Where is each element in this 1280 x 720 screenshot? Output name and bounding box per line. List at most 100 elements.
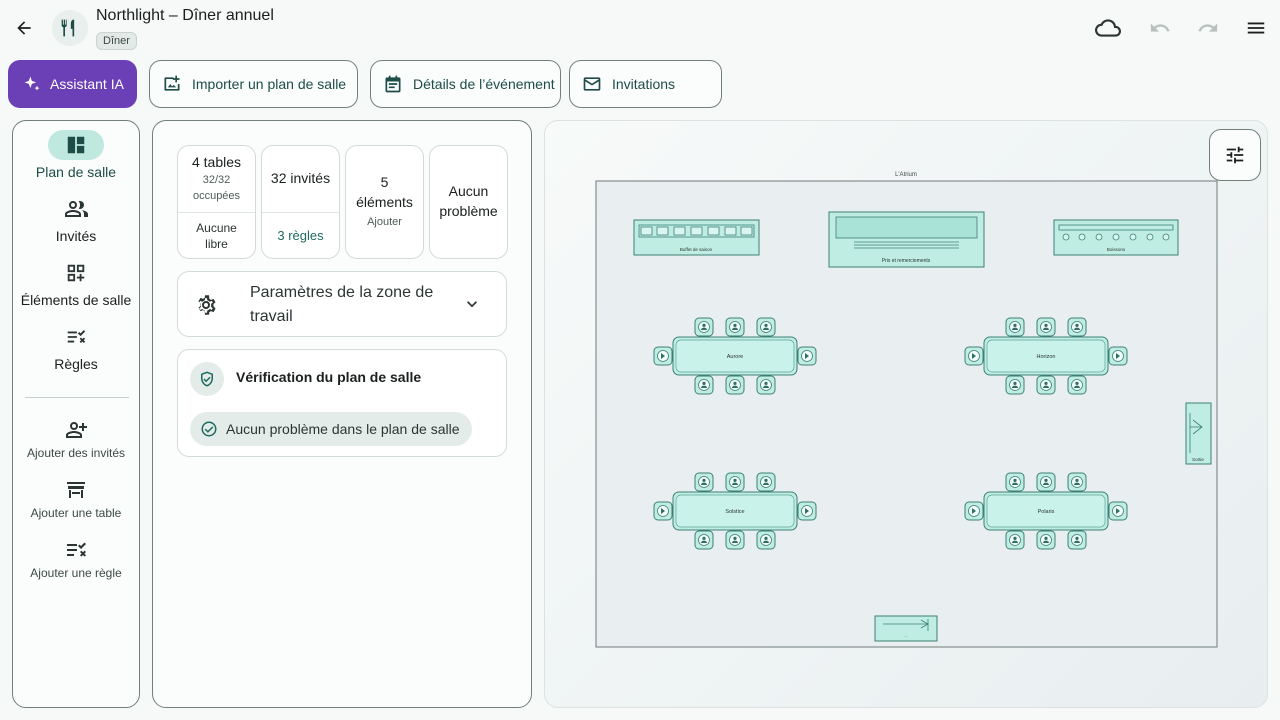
back-button[interactable] (8, 12, 40, 44)
nav-pill-guests (48, 194, 104, 224)
seat[interactable] (653, 346, 673, 366)
stat-card-elements[interactable]: 5 éléments Ajouter (345, 145, 424, 259)
invitations-button[interactable]: Invitations (569, 60, 722, 108)
table-name: Solstice (725, 509, 744, 515)
room-element-drinks[interactable]: Boissons (1053, 219, 1179, 256)
workspace-settings-accordion[interactable]: Paramètres de la zone de travail (177, 271, 507, 337)
add-table-button[interactable]: Ajouter une table (13, 478, 139, 520)
sync-button[interactable] (1092, 12, 1124, 44)
floor-plan-icon (67, 136, 85, 154)
floor-plan-canvas[interactable]: L'Atrium Buffet de saison Prix et remerc… (544, 120, 1268, 708)
event-type-avatar (52, 10, 88, 46)
top-bar: Northlight – Dîner annuel Dîner (0, 0, 1280, 56)
ai-assistant-button[interactable]: Assistant IA (8, 60, 137, 108)
seat[interactable] (1036, 472, 1056, 492)
cloud-icon (1095, 19, 1121, 37)
table-name: Polaris (1038, 509, 1055, 515)
nav-item-room-elements[interactable]: Éléments de salle (13, 258, 139, 308)
seat[interactable] (694, 317, 714, 337)
seat[interactable] (1005, 375, 1025, 395)
room-element-exit[interactable]: Sortie (1185, 402, 1212, 465)
side-navigation: Plan de salle Invités Éléments de salle … (12, 120, 140, 708)
add-rule-label: Ajouter une règle (30, 566, 122, 580)
seat[interactable] (797, 346, 817, 366)
stat-guests-rules-link[interactable]: 3 règles (262, 228, 339, 243)
seat[interactable] (1067, 375, 1087, 395)
event-type-badge: Dîner (96, 32, 137, 50)
nav-pill-floor-plan (48, 130, 104, 160)
floor-plan-verification-card: Vérification du plan de salle Aucun prob… (177, 349, 507, 457)
redo-button[interactable] (1192, 12, 1224, 44)
seat[interactable] (797, 501, 817, 521)
seat[interactable] (725, 375, 745, 395)
seat[interactable] (756, 472, 776, 492)
seat[interactable] (694, 375, 714, 395)
room-element-stage[interactable]: Prix et remerciements (828, 211, 985, 268)
seat[interactable] (756, 317, 776, 337)
stat-tables-occupied-label: occupées (192, 190, 241, 202)
seat[interactable] (653, 501, 673, 521)
seat[interactable] (964, 501, 984, 521)
verification-status-text: Aucun problème dans le plan de salle (226, 421, 460, 437)
undo-button[interactable] (1144, 12, 1176, 44)
add-guests-button[interactable]: Ajouter des invités (13, 418, 139, 460)
nav-item-floor-plan[interactable]: Plan de salle (13, 130, 139, 180)
import-floor-plan-button[interactable]: Importer un plan de salle (149, 60, 358, 108)
rule-add-icon (67, 542, 86, 557)
room-element-entrance[interactable]: ... (874, 615, 938, 642)
room-element-buffet[interactable]: Buffet de saison (633, 219, 760, 256)
floor-plan-drawing[interactable]: L'Atrium Buffet de saison Prix et remerc… (545, 121, 1268, 708)
seat[interactable] (1108, 501, 1128, 521)
canvas-view-settings-button[interactable] (1209, 129, 1261, 181)
buffet-label: Buffet de saison (680, 247, 713, 252)
stat-card-tables[interactable]: 4 tables 32/32 occupées Aucune libre (177, 145, 256, 259)
nav-label-guests: Invités (55, 228, 97, 244)
table-icon (67, 482, 85, 498)
nav-item-rules[interactable]: Règles (13, 322, 139, 372)
drinks-label: Boissons (1107, 247, 1126, 252)
add-element-icon (67, 264, 85, 282)
seat[interactable] (694, 530, 714, 550)
stat-elements-label: éléments (356, 194, 413, 210)
seat[interactable] (756, 530, 776, 550)
exit-label: Sortie (1192, 457, 1204, 462)
seat[interactable] (725, 317, 745, 337)
stat-card-guests[interactable]: 32 invités 3 règles (261, 145, 340, 259)
event-details-label: Détails de l’événement (413, 76, 555, 92)
seat[interactable] (756, 375, 776, 395)
verification-status-chip: Aucun problème dans le plan de salle (190, 412, 472, 446)
stat-separator (178, 212, 255, 213)
menu-button[interactable] (1240, 12, 1272, 44)
seat[interactable] (1036, 375, 1056, 395)
seat[interactable] (964, 346, 984, 366)
ai-assistant-label: Assistant IA (50, 76, 124, 92)
seat[interactable] (1067, 317, 1087, 337)
nav-item-guests[interactable]: Invités (13, 194, 139, 244)
redo-icon (1198, 23, 1218, 32)
add-table-label: Ajouter une table (30, 506, 122, 520)
table-name: Horizon (1037, 354, 1056, 360)
seat[interactable] (725, 472, 745, 492)
seat[interactable] (725, 530, 745, 550)
seat[interactable] (1067, 472, 1087, 492)
room-name: L'Atrium (895, 172, 917, 178)
seat[interactable] (1067, 530, 1087, 550)
seat[interactable] (694, 472, 714, 492)
verification-title: Vérification du plan de salle (236, 369, 422, 385)
hamburger-menu-icon (1247, 22, 1265, 34)
seat[interactable] (1005, 472, 1025, 492)
invitations-label: Invitations (612, 76, 676, 92)
import-floor-plan-label: Importer un plan de salle (192, 76, 347, 92)
seat[interactable] (1005, 317, 1025, 337)
stat-tables-title: 4 tables (191, 154, 242, 170)
entrance-label: ... (904, 633, 907, 638)
nav-pill-room-elements (48, 258, 104, 288)
seat[interactable] (1108, 346, 1128, 366)
seat[interactable] (1036, 530, 1056, 550)
add-rule-button[interactable]: Ajouter une règle (13, 538, 139, 580)
stat-card-problems[interactable]: Aucun problème (429, 145, 508, 259)
seat[interactable] (1005, 530, 1025, 550)
event-details-button[interactable]: Détails de l’événement (370, 60, 561, 108)
stat-elements-add[interactable]: Ajouter (346, 214, 423, 230)
seat[interactable] (1036, 317, 1056, 337)
